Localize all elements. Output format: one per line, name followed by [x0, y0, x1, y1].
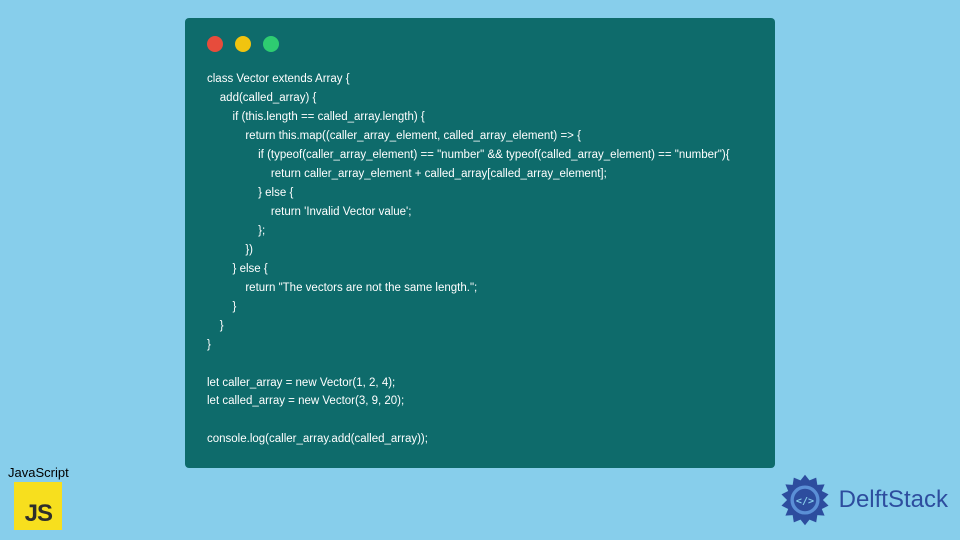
window-controls: [207, 36, 753, 52]
javascript-logo-icon: JS: [14, 482, 62, 530]
code-editor-window: class Vector extends Array { add(called_…: [185, 18, 775, 468]
delftstack-brand: </> DelftStack: [777, 472, 948, 528]
minimize-icon: [235, 36, 251, 52]
javascript-label: JavaScript: [8, 465, 69, 480]
delftstack-gear-icon: </>: [777, 472, 833, 528]
svg-text:</>: </>: [796, 496, 814, 507]
javascript-badge: JavaScript JS: [8, 465, 69, 530]
maximize-icon: [263, 36, 279, 52]
close-icon: [207, 36, 223, 52]
code-block: class Vector extends Array { add(called_…: [207, 70, 753, 449]
javascript-logo-text: JS: [25, 500, 52, 530]
delftstack-text: DelftStack: [839, 486, 948, 514]
